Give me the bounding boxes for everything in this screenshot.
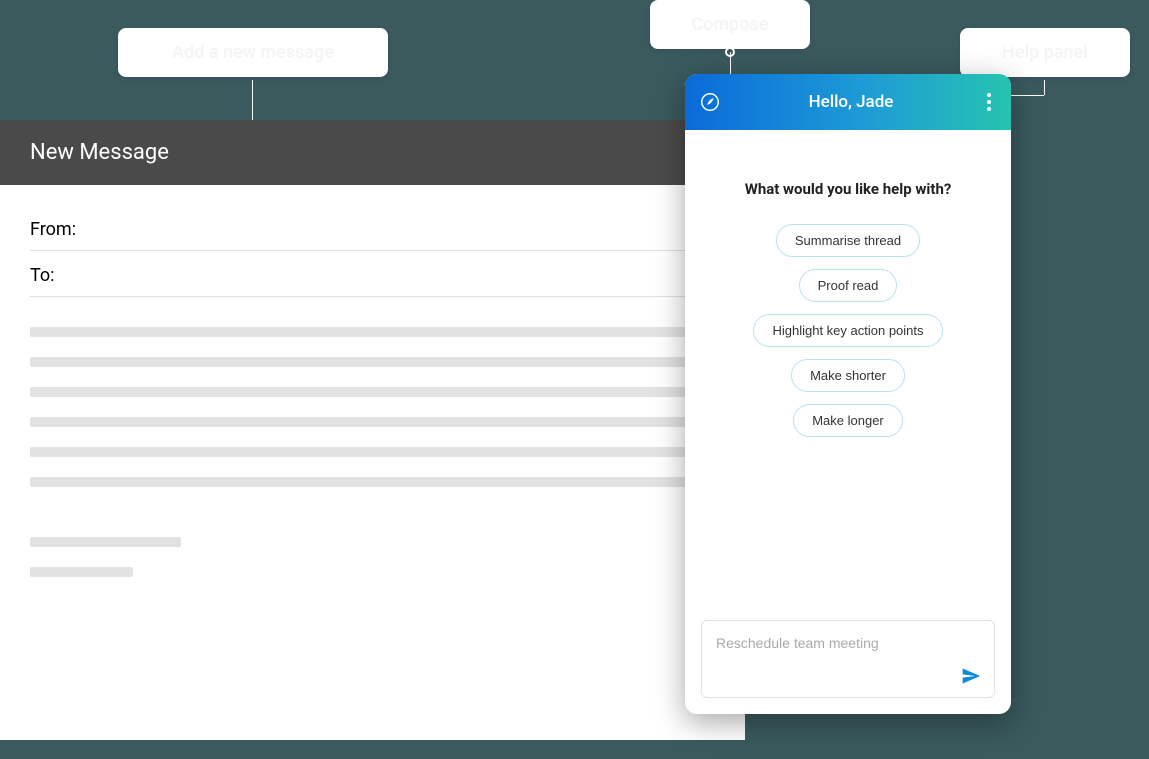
chip-make-longer[interactable]: Make longer: [793, 404, 903, 437]
pointer-line: [1044, 80, 1045, 95]
assistant-input-area: [685, 604, 1011, 714]
skeleton-line: [30, 417, 715, 427]
compose-header: New Message: [0, 120, 745, 185]
assistant-text-input[interactable]: [716, 635, 980, 651]
feather-icon: [697, 89, 723, 115]
message-body-placeholder[interactable]: [30, 327, 715, 577]
assistant-body: What would you like help with? Summarise…: [685, 130, 1011, 604]
assistant-header: Hello, Jade: [685, 74, 1011, 130]
skeleton-line: [30, 477, 715, 487]
callout-compose: Compose: [650, 0, 810, 49]
callout-help-panel: Help panel: [960, 28, 1130, 77]
suggestion-chips: Summarise thread Proof read Highlight ke…: [753, 224, 942, 437]
assistant-input-box: [701, 620, 995, 698]
chip-proof-read[interactable]: Proof read: [799, 269, 898, 302]
from-field[interactable]: From:: [30, 205, 715, 251]
kebab-menu-icon[interactable]: [979, 92, 999, 112]
compose-window: New Message From: To:: [0, 120, 745, 740]
skeleton-line: [30, 327, 715, 337]
skeleton-line: [30, 537, 181, 547]
assistant-prompt: What would you like help with?: [745, 180, 952, 198]
skeleton-line: [30, 357, 715, 367]
chip-highlight-action-points[interactable]: Highlight key action points: [753, 314, 942, 347]
chip-summarise-thread[interactable]: Summarise thread: [776, 224, 920, 257]
send-icon[interactable]: [960, 665, 982, 687]
to-label: To:: [30, 265, 55, 286]
skeleton-line: [30, 447, 715, 457]
compose-body: From: To:: [0, 185, 745, 617]
assistant-panel: Hello, Jade What would you like help wit…: [685, 74, 1011, 714]
chip-make-shorter[interactable]: Make shorter: [791, 359, 905, 392]
assistant-greeting: Hello, Jade: [809, 92, 894, 112]
compose-title: New Message: [30, 140, 169, 165]
to-field[interactable]: To:: [30, 251, 715, 297]
skeleton-line: [30, 567, 133, 577]
callout-new-message: Add a new message: [118, 28, 388, 77]
skeleton-line: [30, 387, 715, 397]
from-label: From:: [30, 219, 76, 240]
